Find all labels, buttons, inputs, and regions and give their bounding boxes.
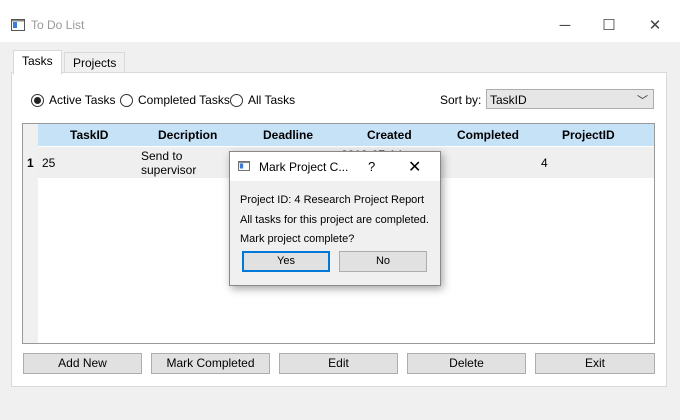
row-number: 1 bbox=[27, 156, 34, 170]
cell-task-id[interactable]: 25 bbox=[42, 156, 55, 170]
app-icon bbox=[11, 19, 25, 31]
dialog-close-icon[interactable]: ✕ bbox=[408, 157, 421, 177]
radio-selected-icon bbox=[31, 93, 44, 107]
radio-all-tasks[interactable]: All Tasks bbox=[230, 92, 295, 108]
radio-label-completed: Completed Tasks bbox=[138, 93, 230, 107]
column-header[interactable]: Completed bbox=[457, 128, 519, 142]
dialog-project-line: Project ID: 4 Research Project Report bbox=[240, 194, 425, 206]
cell-description-line2[interactable]: supervisor bbox=[141, 163, 196, 177]
radio-unselected-icon bbox=[120, 93, 133, 107]
radio-completed-tasks[interactable]: Completed Tasks bbox=[120, 92, 230, 108]
close-window-button[interactable]: ✕ bbox=[632, 14, 678, 38]
mark-project-complete-dialog: Mark Project C... ? ✕ Project ID: 4 Rese… bbox=[229, 151, 441, 286]
dialog-message: All tasks for this project are completed… bbox=[240, 214, 429, 226]
cell-description-line1[interactable]: Send to bbox=[141, 149, 182, 163]
minimize-button[interactable]: ─ bbox=[542, 14, 588, 38]
chevron-down-icon: ﹀ bbox=[637, 95, 648, 107]
column-header[interactable]: Decription bbox=[158, 128, 217, 142]
maximize-button[interactable]: ☐ bbox=[586, 14, 632, 38]
mark-completed-button[interactable]: Mark Completed bbox=[151, 353, 270, 374]
dialog-title: Mark Project C... bbox=[259, 160, 349, 174]
radio-active-tasks[interactable]: Active Tasks bbox=[31, 92, 115, 108]
tab-tasks[interactable]: Tasks bbox=[13, 50, 62, 75]
sort-value: TaskID bbox=[490, 93, 527, 107]
window-title: To Do List bbox=[31, 18, 85, 32]
table-header: TaskID Decription Deadline Created Compl… bbox=[38, 124, 654, 146]
no-button[interactable]: No bbox=[339, 251, 427, 272]
app-icon bbox=[238, 161, 250, 171]
delete-button[interactable]: Delete bbox=[407, 353, 526, 374]
radio-unselected-icon bbox=[230, 93, 243, 107]
title-bar: To Do List ─ ☐ ✕ bbox=[0, 0, 680, 42]
radio-label-all: All Tasks bbox=[248, 93, 296, 107]
radio-label-active: Active Tasks bbox=[49, 93, 116, 107]
add-new-button[interactable]: Add New bbox=[23, 353, 142, 374]
yes-button[interactable]: Yes bbox=[242, 251, 330, 272]
cell-project-id[interactable]: 4 bbox=[541, 156, 548, 170]
column-header[interactable]: Deadline bbox=[263, 128, 313, 142]
tab-projects[interactable]: Projects bbox=[64, 52, 126, 74]
column-header[interactable]: TaskID bbox=[70, 128, 108, 142]
help-icon[interactable]: ? bbox=[368, 159, 375, 174]
edit-button[interactable]: Edit bbox=[279, 353, 398, 374]
dialog-title-bar: Mark Project C... ? ✕ bbox=[230, 152, 440, 181]
sort-label: Sort by: bbox=[440, 93, 482, 107]
sort-select[interactable]: TaskID ﹀ bbox=[486, 89, 654, 109]
dialog-question: Mark project complete? bbox=[240, 233, 355, 245]
exit-button[interactable]: Exit bbox=[535, 353, 655, 374]
column-header[interactable]: Created bbox=[367, 128, 412, 142]
column-header[interactable]: ProjectID bbox=[562, 128, 615, 142]
